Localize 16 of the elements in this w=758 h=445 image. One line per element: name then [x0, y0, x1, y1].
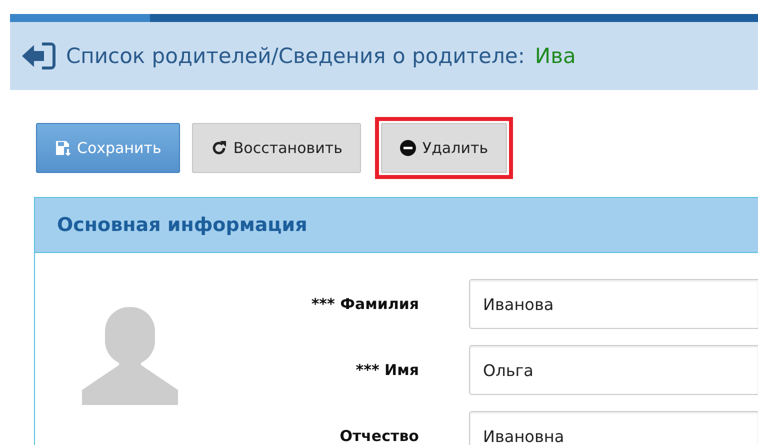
back-icon[interactable]: [22, 42, 56, 70]
avatar-icon: [81, 307, 179, 405]
page-title: Список родителей/Сведения о родителе:: [66, 44, 525, 68]
refresh-icon: [211, 140, 228, 156]
parent-name: Ива: [534, 44, 576, 68]
field-label: *** Фамилия: [310, 295, 419, 313]
field-label: *** Имя: [354, 361, 419, 379]
panel-title: Основная информация: [57, 214, 308, 236]
minus-circle-icon: [400, 140, 416, 156]
text-field[interactable]: Иванова: [469, 279, 758, 329]
delete-button[interactable]: Удалить: [381, 123, 508, 173]
restore-button[interactable]: Восстановить: [192, 123, 362, 173]
field-label: Отчество: [338, 427, 419, 445]
text-field[interactable]: Ольга: [469, 345, 758, 395]
save-icon: [55, 140, 71, 156]
text-field[interactable]: Ивановна: [469, 411, 758, 445]
